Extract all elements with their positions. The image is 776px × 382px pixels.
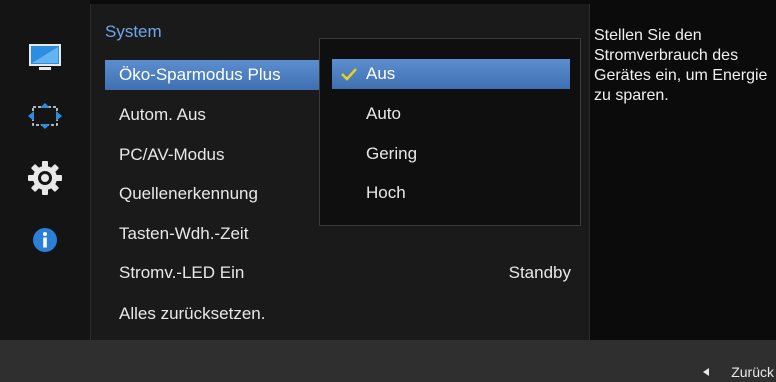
rail-item-system[interactable] bbox=[0, 160, 90, 200]
submenu-option-gering[interactable]: Gering bbox=[332, 139, 570, 169]
submenu-option-hoch[interactable]: Hoch bbox=[332, 178, 570, 208]
monitor-icon bbox=[28, 43, 62, 78]
system-menu-panel: System Öko-Sparmodus Plus Autom. Aus PC/… bbox=[90, 4, 590, 344]
menu-item-label: Alles zurücksetzen. bbox=[119, 304, 266, 323]
submenu-option-aus[interactable]: Aus bbox=[332, 59, 570, 89]
left-arrow-icon bbox=[703, 368, 710, 376]
menu-item-label: Tasten-Wdh.-Zeit bbox=[119, 224, 249, 243]
position-icon bbox=[26, 101, 64, 136]
menu-item-label: Öko-Sparmodus Plus bbox=[119, 65, 281, 84]
menu-item-eco-saving-plus[interactable]: Öko-Sparmodus Plus bbox=[105, 60, 321, 90]
back-label: Zurück bbox=[731, 364, 774, 380]
category-rail bbox=[0, 0, 90, 340]
menu-item-value: Standby bbox=[508, 263, 571, 282]
bottom-bar: Zurück bbox=[0, 340, 776, 382]
menu-item-reset-all[interactable]: Alles zurücksetzen. bbox=[105, 299, 585, 329]
menu-item-label: Stromv.-LED Ein bbox=[119, 263, 245, 282]
info-icon bbox=[30, 225, 60, 260]
eco-saving-submenu: Aus Auto Gering Hoch bbox=[319, 38, 581, 226]
submenu-option-label: Auto bbox=[366, 104, 401, 123]
rail-item-support[interactable] bbox=[0, 222, 90, 262]
submenu-option-label: Gering bbox=[366, 144, 418, 163]
menu-item-label: Autom. Aus bbox=[119, 105, 206, 124]
gear-icon bbox=[27, 160, 63, 201]
help-text: Stellen Sie den Stromverbrauch des Gerät… bbox=[594, 27, 768, 104]
panel-title: System bbox=[105, 22, 162, 41]
submenu-option-label: Hoch bbox=[366, 183, 406, 202]
rail-item-position[interactable] bbox=[0, 98, 90, 138]
back-button[interactable]: Zurück bbox=[703, 364, 774, 380]
submenu-option-auto[interactable]: Auto bbox=[332, 99, 570, 129]
rail-item-picture[interactable] bbox=[0, 40, 90, 80]
checkmark-icon bbox=[332, 67, 366, 81]
menu-item-label: Quellenerkennung bbox=[119, 184, 258, 203]
submenu-option-label: Aus bbox=[366, 64, 396, 83]
menu-item-power-led[interactable]: Stromv.-LED Ein Standby bbox=[105, 258, 585, 288]
menu-item-label: PC/AV-Modus bbox=[119, 145, 225, 164]
